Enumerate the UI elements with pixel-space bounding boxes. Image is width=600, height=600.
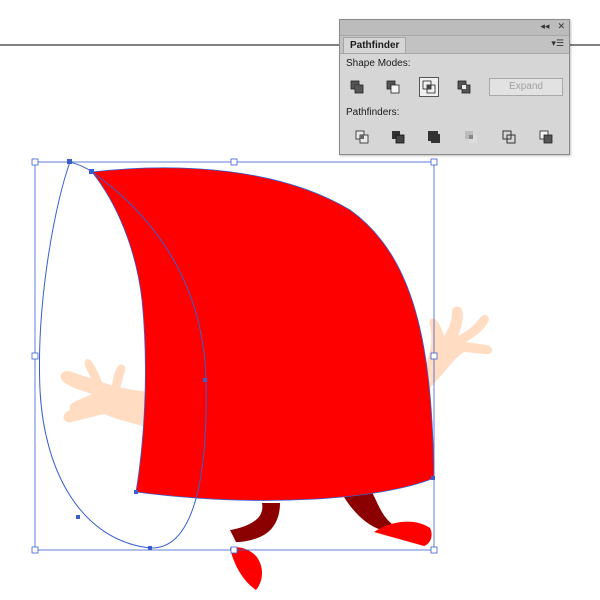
minus-back-button[interactable]	[536, 127, 556, 147]
intersect-icon	[422, 80, 436, 94]
divide-icon	[355, 130, 369, 144]
handle-bottom-right	[430, 546, 438, 554]
expand-button[interactable]: Expand	[489, 78, 563, 96]
trim-button[interactable]	[388, 127, 408, 147]
outline-button[interactable]	[499, 127, 519, 147]
panel-menu-icon[interactable]: ▾☰	[551, 37, 564, 52]
handle-middle-right	[430, 352, 438, 360]
tab-pathfinder[interactable]: Pathfinder	[343, 37, 407, 53]
crop-button[interactable]	[461, 127, 481, 147]
pathfinder-panel: ◂◂ ✕ Pathfinder ▾☰ Shape Modes: Expand P…	[339, 19, 570, 155]
handle-top-right	[430, 158, 438, 166]
close-icon[interactable]: ✕	[557, 20, 565, 35]
merge-icon	[428, 131, 440, 143]
unite-icon	[350, 80, 364, 94]
shape-modes-label: Shape Modes:	[346, 58, 411, 69]
double-chevron-left-icon[interactable]: ◂◂	[540, 20, 549, 35]
merge-button[interactable]	[424, 127, 444, 147]
exclude-icon	[457, 80, 471, 94]
minus-back-icon	[539, 130, 553, 144]
panel-tab-row: Pathfinder ▾☰	[340, 36, 569, 54]
left-arm-shape[interactable]	[60, 359, 150, 428]
left-foot-shape[interactable]	[230, 547, 262, 590]
handle-bottom-left	[31, 546, 39, 554]
left-leg-shape[interactable]	[230, 503, 280, 542]
illustrator-canvas[interactable]: ◂◂ ✕ Pathfinder ▾☰ Shape Modes: Expand P…	[0, 0, 600, 600]
minus-front-button[interactable]	[383, 77, 403, 97]
exclude-button[interactable]	[454, 77, 474, 97]
trim-icon	[392, 131, 405, 144]
divide-button[interactable]	[352, 127, 372, 147]
pathfinders-label: Pathfinders:	[346, 107, 400, 118]
right-leg-shape[interactable]	[344, 492, 392, 532]
intersect-button[interactable]	[419, 77, 439, 97]
handle-top-left	[31, 158, 39, 166]
handle-bottom-center	[230, 546, 238, 554]
crop-icon	[465, 131, 477, 143]
minus-front-icon	[386, 80, 400, 94]
unite-button[interactable]	[347, 77, 367, 97]
panel-titlebar[interactable]: ◂◂ ✕	[340, 20, 569, 36]
outline-icon	[502, 130, 516, 144]
right-arm-shape[interactable]	[420, 306, 492, 388]
handle-top-center	[230, 158, 238, 166]
handle-middle-left	[31, 352, 39, 360]
